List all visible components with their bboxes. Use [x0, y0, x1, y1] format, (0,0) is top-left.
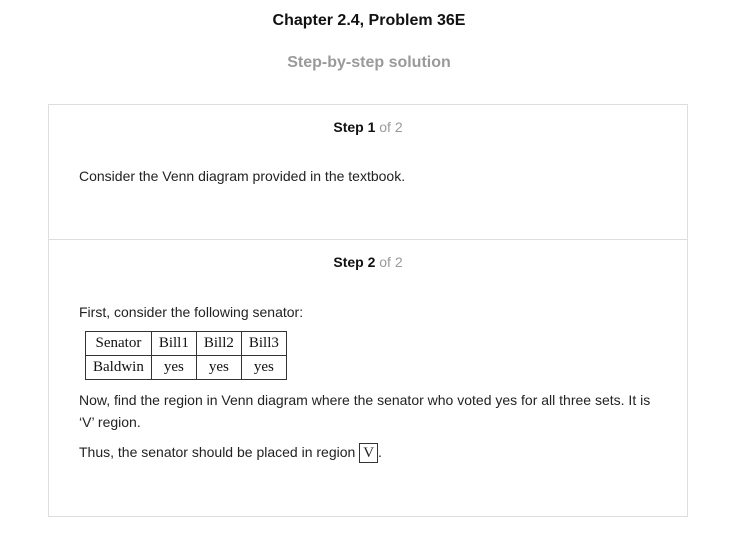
step-1-section: Step 1 of 2 Consider the Venn diagram pr…: [49, 105, 687, 239]
table-cell: Baldwin: [85, 355, 152, 380]
table-cell: yes: [150, 355, 197, 380]
conclusion-period: .: [378, 444, 382, 460]
table-row: Baldwin yes yes yes: [85, 355, 287, 380]
table-header-row: Senator Bill1 Bill2 Bill3: [85, 331, 287, 356]
step-2-count: of 2: [379, 254, 403, 270]
step-2-section: Step 2 of 2 First, consider the followin…: [49, 240, 687, 516]
table-cell: yes: [195, 355, 242, 380]
step-1-label: Step 1: [333, 119, 376, 135]
solution-subtitle: Step-by-step solution: [287, 54, 451, 71]
step-2-explanation: Now, find the region in Venn diagram whe…: [79, 392, 651, 430]
senator-votes-table: Senator Bill1 Bill2 Bill3 Baldwin yes ye…: [85, 331, 287, 380]
step-1-text: Consider the Venn diagram provided in th…: [79, 168, 406, 184]
answer-box: V: [359, 443, 379, 464]
table-header-cell: Bill1: [150, 331, 197, 356]
page-title: Chapter 2.4, Problem 36E: [272, 12, 466, 29]
conclusion-text: Thus, the senator should be placed in re…: [79, 444, 356, 460]
solution-card: Step 1 of 2 Consider the Venn diagram pr…: [48, 104, 688, 517]
step-1-count: of 2: [379, 119, 403, 135]
table-header-cell: Bill2: [195, 331, 242, 356]
step-1-header: Step 1 of 2: [49, 119, 687, 135]
step-2-conclusion: Thus, the senator should be placed in re…: [79, 441, 664, 464]
table-cell: yes: [240, 355, 287, 380]
table-header-cell: Senator: [85, 331, 152, 356]
step-2-label: Step 2: [333, 254, 376, 270]
table-header-cell: Bill3: [240, 331, 287, 356]
step-2-header: Step 2 of 2: [49, 254, 687, 270]
step-2-intro: First, consider the following senator:: [79, 304, 304, 320]
